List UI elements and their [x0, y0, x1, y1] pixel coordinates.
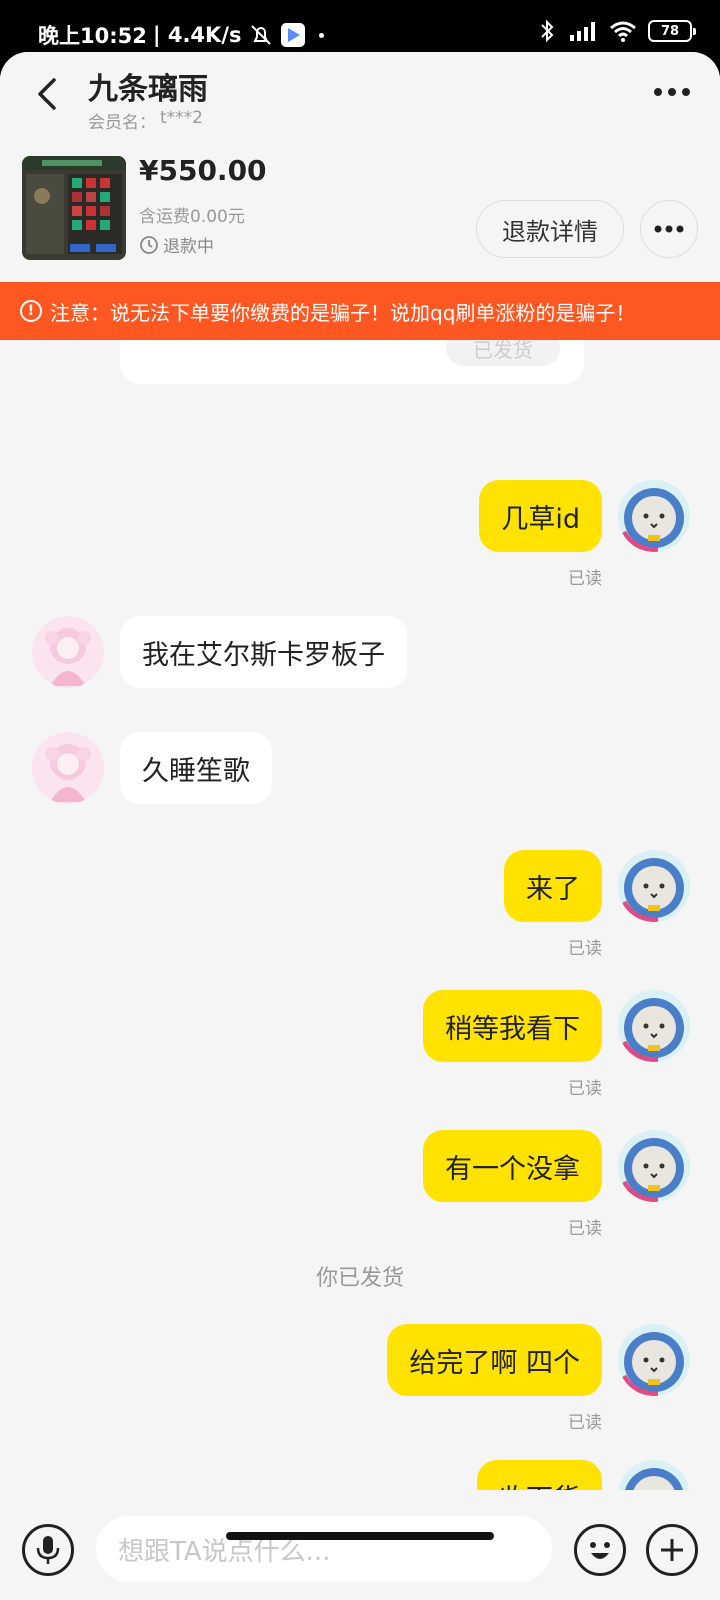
- my-avatar[interactable]: [618, 1460, 690, 1490]
- my-avatar[interactable]: [618, 480, 690, 552]
- smiley-icon: [590, 1542, 610, 1559]
- read-receipt: 已读: [568, 1413, 602, 1433]
- message-bubble[interactable]: 有一个没拿: [423, 1130, 602, 1202]
- system-message: 你已发货: [315, 1266, 404, 1291]
- cat-astronaut-avatar-icon: [618, 480, 690, 552]
- cat-astronaut-avatar-icon: [618, 1324, 690, 1396]
- chat-header: 九条璃雨 会员名： t***2 ¥550.00 含运费0.00元 退款中 退款详…: [0, 52, 720, 282]
- message-me[interactable]: 收下货: [477, 1460, 602, 1490]
- cat-astronaut-avatar-icon: [618, 990, 690, 1062]
- my-avatar[interactable]: [618, 850, 690, 922]
- message-me[interactable]: 来了: [504, 850, 602, 922]
- product-thumbnail[interactable]: [22, 156, 126, 260]
- refund-status-label: 退款中: [163, 237, 214, 257]
- message-bubble[interactable]: 我在艾尔斯卡罗板子: [120, 616, 407, 688]
- previous-order-card: 已发货: [120, 340, 584, 384]
- contact-avatar[interactable]: [32, 732, 104, 804]
- anime-girl-avatar-icon: [32, 616, 104, 688]
- notification-dot-icon: [319, 32, 325, 38]
- app-notification-icon: [281, 23, 306, 47]
- message-me[interactable]: 有一个没拿: [423, 1130, 602, 1202]
- read-receipt: 已读: [568, 1219, 602, 1239]
- member-label: 会员名：: [88, 113, 156, 133]
- back-arrow-icon[interactable]: [30, 74, 70, 114]
- warning-text: 注意：说无法下单要你缴费的是骗子！说加qq刷单涨粉的是骗子！: [50, 300, 636, 325]
- clock-icon: [140, 235, 158, 254]
- cat-astronaut-avatar-icon: [618, 1460, 690, 1490]
- my-avatar[interactable]: [618, 1130, 690, 1202]
- message-bubble[interactable]: 来了: [504, 850, 602, 922]
- read-receipt: 已读: [568, 1079, 602, 1099]
- bluetooth-icon: [541, 19, 554, 43]
- more-dots-icon: [654, 225, 684, 233]
- message-other[interactable]: 久睡笙歌: [120, 732, 272, 804]
- signal-icon: [570, 22, 595, 41]
- anime-girl-avatar-icon: [32, 732, 104, 804]
- message-input[interactable]: 想跟TA说点什么...: [96, 1516, 552, 1582]
- status-right: 78: [538, 18, 696, 44]
- chat-screen: 九条璃雨 会员名： t***2 ¥550.00 含运费0.00元 退款中 退款详…: [0, 52, 720, 1600]
- status-left: 晚上10:52 | 4.4K/s: [38, 20, 325, 50]
- voice-button[interactable]: [22, 1524, 74, 1576]
- plus-icon: [661, 1539, 683, 1561]
- message-me[interactable]: 给完了啊 四个: [387, 1324, 602, 1396]
- network-speed: | 4.4K/s: [152, 23, 242, 47]
- microphone-icon: [36, 1536, 60, 1564]
- mute-bell-icon: [251, 25, 272, 45]
- message-me[interactable]: 几草id: [479, 480, 602, 552]
- order-price: ¥550.00: [139, 154, 267, 187]
- alert-icon: !: [20, 300, 42, 322]
- my-avatar[interactable]: [618, 1324, 690, 1396]
- read-receipt: 已读: [568, 939, 602, 959]
- wifi-icon: [610, 21, 636, 42]
- message-me[interactable]: 稍等我看下: [423, 990, 602, 1062]
- message-bubble[interactable]: 稍等我看下: [423, 990, 602, 1062]
- cat-astronaut-avatar-icon: [618, 1130, 690, 1202]
- more-options-icon[interactable]: [652, 80, 692, 104]
- shipping-fee: 含运费0.00元: [139, 207, 245, 227]
- my-avatar[interactable]: [618, 990, 690, 1062]
- battery-icon: 78: [648, 20, 696, 42]
- contact-avatar[interactable]: [32, 616, 104, 688]
- chat-title: 九条璃雨: [88, 72, 208, 107]
- refund-status: 退款中: [139, 232, 214, 257]
- scam-warning-banner: ! 注意：说无法下单要你缴费的是骗子！说加qq刷单涨粉的是骗子！: [0, 282, 720, 340]
- emoji-button[interactable]: [574, 1524, 626, 1576]
- input-bar: 想跟TA说点什么...: [0, 1490, 720, 1600]
- message-bubble[interactable]: 久睡笙歌: [120, 732, 272, 804]
- message-bubble[interactable]: 给完了啊 四个: [387, 1324, 602, 1396]
- message-bubble[interactable]: 收下货: [477, 1460, 602, 1490]
- message-list[interactable]: 已发货 几草id 已读 我在艾尔斯卡罗板子 久睡笙歌 来了 已读 稍等我看下 已…: [0, 340, 720, 1490]
- home-indicator[interactable]: [226, 1532, 494, 1540]
- message-other[interactable]: 我在艾尔斯卡罗板子: [120, 616, 407, 688]
- read-receipt: 已读: [568, 569, 602, 589]
- game-screenshot-image: [22, 156, 126, 260]
- message-bubble[interactable]: 几草id: [479, 480, 602, 552]
- add-button[interactable]: [646, 1524, 698, 1576]
- battery-level: 78: [660, 23, 680, 39]
- cat-astronaut-avatar-icon: [618, 850, 690, 922]
- member-info: 会员名： t***2: [88, 108, 203, 133]
- shipped-status-pill: 已发货: [446, 340, 560, 366]
- order-more-button[interactable]: [640, 200, 698, 258]
- status-time: 晚上10:52: [38, 24, 147, 48]
- refund-details-button[interactable]: 退款详情: [476, 200, 624, 258]
- member-name: t***2: [160, 108, 203, 128]
